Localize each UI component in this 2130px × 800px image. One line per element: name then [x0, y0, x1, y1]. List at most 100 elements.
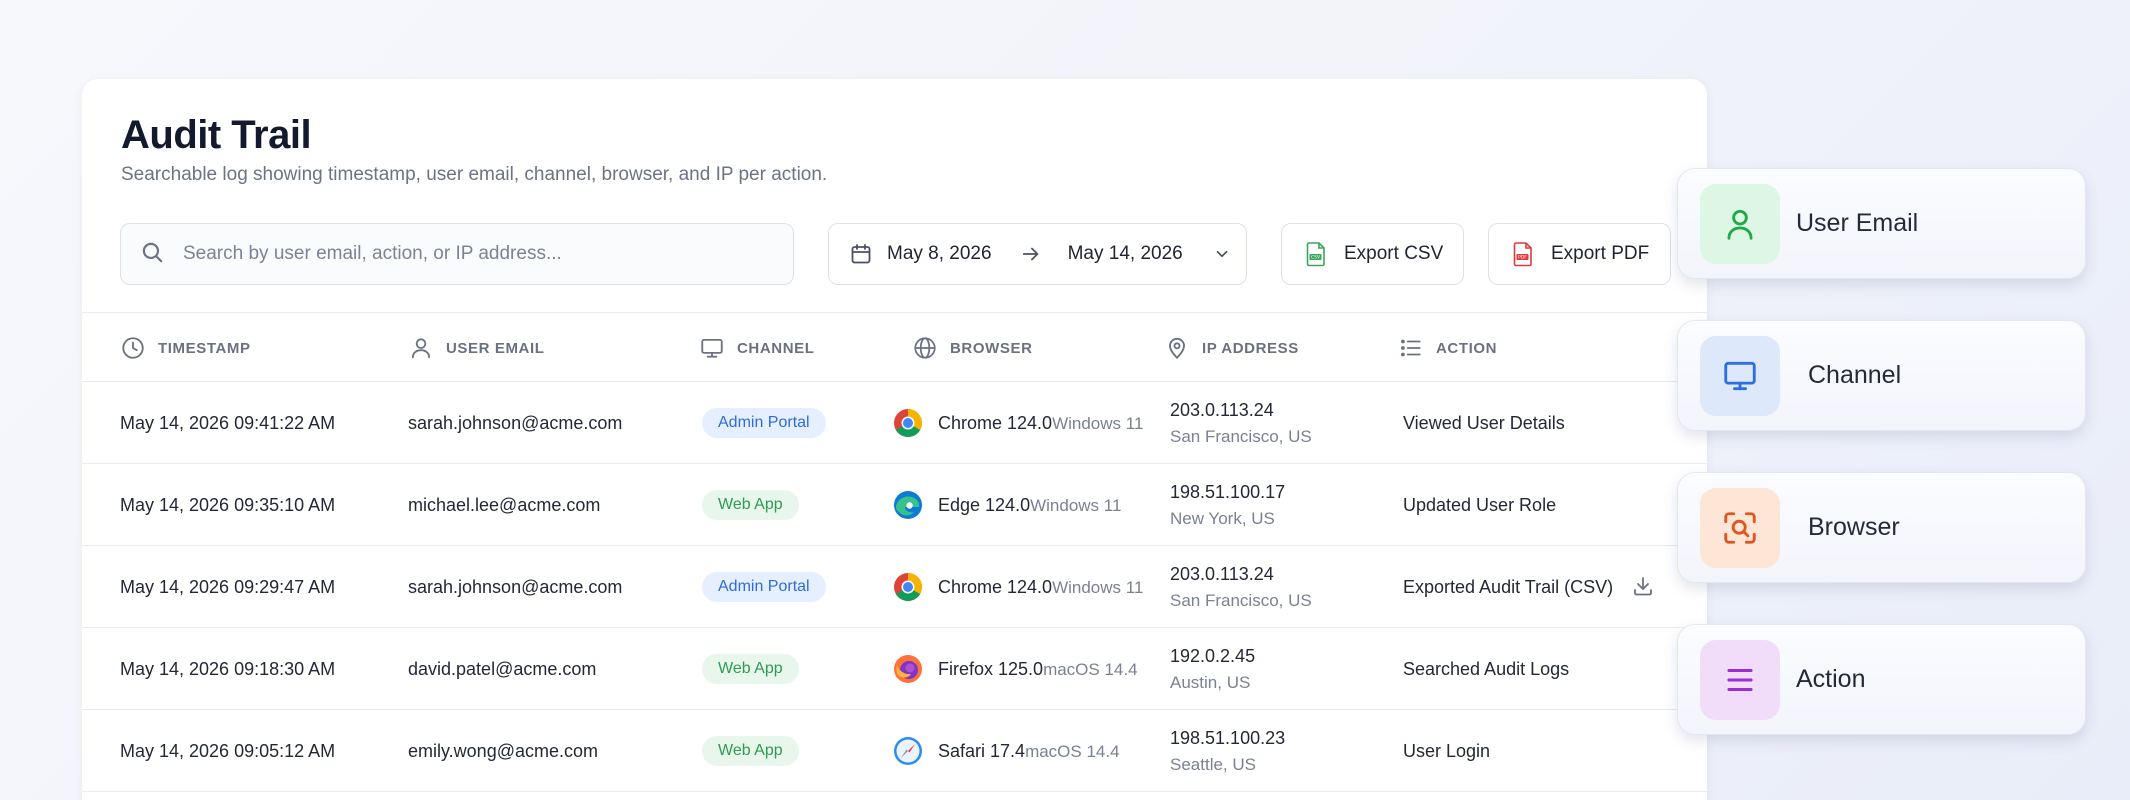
channel-cell: Admin Portal [702, 546, 826, 628]
calendar-icon [851, 244, 871, 264]
list-icon [1400, 339, 1421, 357]
operating-system: macOS 14.4 [1043, 659, 1138, 679]
browser-cell: Safari 17.4macOS 14.4 [892, 710, 1120, 792]
browser-name: Firefox 125.0 [938, 658, 1044, 679]
column-header-channel[interactable]: CHANNEL [699, 313, 815, 383]
page-subtitle: Searchable log showing timestamp, user e… [121, 164, 828, 185]
search-box[interactable] [120, 223, 794, 285]
audit-trail-card: Audit Trail Searchable log showing times… [82, 79, 1707, 800]
user-email-cell: sarah.johnson@acme.com [408, 576, 623, 597]
action-cell: User Login [1403, 740, 1491, 761]
globe-icon [914, 337, 936, 359]
pdf-file-icon: PDF [1513, 242, 1532, 267]
operating-system: Windows 11 [1052, 413, 1144, 433]
column-header-browser[interactable]: BROWSER [912, 313, 1033, 383]
ip-cell: 198.51.100.17 New York, US [1170, 464, 1285, 546]
arrow-right-icon [1022, 247, 1038, 261]
svg-text:PDF: PDF [1518, 255, 1527, 261]
operating-system: macOS 14.4 [1025, 741, 1120, 761]
feature-label: Action [1796, 665, 1866, 693]
page-background: Audit Trail Searchable log showing times… [0, 0, 2130, 800]
feature-card-channel: Channel [1677, 320, 2086, 431]
user-email-cell: david.patel@acme.com [408, 658, 597, 679]
ip-address: 203.0.113.24 [1170, 399, 1274, 420]
export-pdf-label: Export PDF [1551, 243, 1650, 264]
ip-location: Austin, US [1170, 672, 1251, 692]
column-header-ip-address[interactable]: IP ADDRESS [1164, 313, 1299, 383]
table-header: TIMESTAMP USER EMAIL CHANNEL BROWSER IP … [82, 312, 1707, 382]
operating-system: Windows 11 [1052, 577, 1144, 597]
browser-name: Edge 124.0 [938, 494, 1031, 515]
browser-name: Chrome 124.0 [938, 576, 1053, 597]
ip-address: 203.0.113.24 [1170, 563, 1274, 584]
channel-cell: Web App [702, 628, 799, 710]
export-pdf-button[interactable]: PDF Export PDF [1488, 223, 1671, 285]
column-header-user-email[interactable]: USER EMAIL [408, 313, 545, 383]
channel-cell: Web App [702, 464, 799, 546]
feature-label: Channel [1808, 361, 1902, 389]
csv-file-icon: CSV [1306, 242, 1325, 267]
feature-card-browser: Browser [1677, 472, 2086, 583]
column-header-timestamp[interactable]: TIMESTAMP [120, 313, 251, 383]
feature-label: Browser [1808, 513, 1900, 541]
channel-cell: Web App [702, 710, 799, 792]
ip-location: Seattle, US [1170, 754, 1256, 774]
channel-badge: Web App [702, 490, 799, 520]
action-cell: Exported Audit Trail (CSV) [1403, 576, 1614, 597]
table-row[interactable]: May 14, 2026 09:41:22 AM sarah.johnson@ac… [82, 382, 1707, 464]
export-csv-button[interactable]: CSV Export CSV [1281, 223, 1464, 285]
page-title: Audit Trail [121, 113, 312, 157]
chevron-down-icon [1216, 250, 1228, 258]
table-row[interactable]: May 14, 2026 09:29:47 AM sarah.johnson@ac… [82, 546, 1707, 628]
action-cell: Searched Audit Logs [1403, 658, 1570, 679]
browser-name: Safari 17.4 [938, 740, 1026, 761]
ip-cell: 203.0.113.24 San Francisco, US [1170, 546, 1312, 628]
channel-badge: Admin Portal [702, 572, 826, 602]
feature-card-user-email: User Email [1677, 168, 2086, 279]
table-row[interactable]: May 14, 2026 09:35:10 AM michael.lee@acme… [82, 464, 1707, 546]
feature-card-action: Action [1677, 624, 2086, 735]
feature-label: User Email [1796, 209, 1919, 237]
ip-location: San Francisco, US [1170, 426, 1312, 446]
clock-icon [122, 337, 144, 359]
location-pin-icon [1169, 337, 1185, 360]
ip-location: New York, US [1170, 508, 1275, 528]
download-icon[interactable] [1631, 574, 1655, 598]
timestamp-cell: May 14, 2026 09:18:30 AM [120, 658, 336, 679]
ip-cell: 198.51.100.23 Seattle, US [1170, 710, 1285, 792]
list-icon [1700, 639, 1780, 720]
browser-cell: Edge 124.0Windows 11 [892, 464, 1121, 546]
chrome-icon [892, 571, 924, 603]
table-row[interactable]: May 14, 2026 09:05:12 AM emily.wong@acme.… [82, 710, 1707, 792]
export-csv-label: Export CSV [1344, 243, 1444, 264]
ip-cell: 192.0.2.45 Austin, US [1170, 628, 1255, 710]
search-input[interactable] [183, 243, 783, 265]
browser-cell: Chrome 124.0Windows 11 [892, 546, 1143, 628]
channel-cell: Admin Portal [702, 382, 826, 464]
timestamp-cell: May 14, 2026 09:29:47 AM [120, 576, 336, 597]
date-range-picker[interactable]: May 8, 2026 May 14, 2026 [828, 223, 1247, 285]
svg-text:CSV: CSV [1311, 255, 1321, 261]
monitor-icon [701, 338, 723, 358]
action-cell: Updated User Role [1403, 494, 1557, 515]
edge-icon [892, 489, 924, 521]
user-icon [411, 338, 431, 359]
table-row[interactable]: May 14, 2026 09:18:30 AM david.patel@acme… [82, 628, 1707, 710]
action-cell: Viewed User Details [1403, 412, 1565, 433]
search-icon [139, 239, 165, 270]
timestamp-cell: May 14, 2026 09:05:12 AM [120, 740, 336, 761]
column-header-action[interactable]: ACTION [1398, 313, 1497, 383]
operating-system: Windows 11 [1030, 495, 1122, 515]
ip-location: San Francisco, US [1170, 590, 1312, 610]
timestamp-cell: May 14, 2026 09:35:10 AM [120, 494, 336, 515]
channel-badge: Admin Portal [702, 408, 826, 438]
ip-address: 192.0.2.45 [1170, 645, 1256, 666]
user-email-cell: michael.lee@acme.com [408, 494, 601, 515]
user-email-cell: emily.wong@acme.com [408, 740, 598, 761]
monitor-icon [1700, 335, 1780, 416]
user-icon [1700, 183, 1780, 264]
chrome-icon [892, 407, 924, 439]
ip-address: 198.51.100.17 [1170, 481, 1286, 502]
browser-cell: Chrome 124.0Windows 11 [892, 382, 1143, 464]
firefox-icon [892, 653, 924, 685]
